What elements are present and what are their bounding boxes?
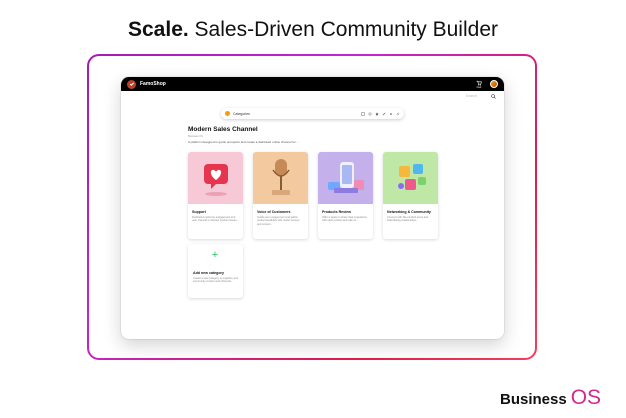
section-description: A platform designed to guide prospects a… xyxy=(188,140,300,144)
heart-notification-icon xyxy=(203,164,228,196)
headline: Scale. Sales-Driven Community Builder xyxy=(0,18,626,42)
search-icon[interactable] xyxy=(491,93,496,99)
app-window: FamoShop Cart Search Categories Modern S… xyxy=(121,77,504,339)
category-bar[interactable]: Categories xyxy=(221,108,404,119)
microphone-icon xyxy=(271,159,290,195)
logo-os: OS xyxy=(570,386,602,409)
plus-icon[interactable]: + xyxy=(210,250,220,261)
category-card-products-review[interactable]: Products Review Offer a space to share t… xyxy=(318,152,373,239)
gear-icon[interactable] xyxy=(368,112,372,116)
card-title: Networking & Community xyxy=(387,210,431,214)
avatar[interactable] xyxy=(490,80,498,88)
search-input[interactable]: Search xyxy=(466,94,477,98)
card-description: Connect with like-minded users and build… xyxy=(387,216,429,223)
voice-thumbnail xyxy=(253,152,308,204)
card-title: Products Review xyxy=(322,210,351,214)
products-review-thumbnail xyxy=(318,152,373,204)
link-icon[interactable] xyxy=(396,112,400,116)
category-label: Categories xyxy=(233,111,250,116)
settings-icon[interactable] xyxy=(389,112,393,116)
star-icon[interactable] xyxy=(375,111,379,116)
business-os-logo: Business OS xyxy=(500,386,601,410)
card-description: Dedicated customer engagement and user c… xyxy=(192,216,239,223)
category-card-voice-of-customers[interactable]: Voice of Customers Guide user engagement… xyxy=(253,152,308,239)
phone-review-icon xyxy=(327,162,364,193)
image-icon[interactable] xyxy=(361,112,365,116)
add-category-description: Create a new category to organize your c… xyxy=(193,277,239,284)
network-blocks-icon xyxy=(397,164,426,190)
support-thumbnail xyxy=(188,152,243,204)
networking-thumbnail xyxy=(383,152,438,204)
section-subtitle: Business OS xyxy=(188,135,203,138)
logo-business: Business xyxy=(500,391,567,408)
section-title: Modern Sales Channel xyxy=(188,126,258,133)
card-description: Offer a space to share their experience … xyxy=(322,216,367,223)
sub-bar: Search xyxy=(121,91,504,101)
add-category-title: Add new category xyxy=(193,271,224,275)
cart-button[interactable]: Cart xyxy=(473,78,485,90)
edit-icon[interactable] xyxy=(382,112,386,116)
category-card-support[interactable]: Support Dedicated customer engagement an… xyxy=(188,152,243,239)
card-title: Voice of Customers xyxy=(257,210,291,214)
cart-label: Cart xyxy=(476,85,482,89)
brand-name[interactable]: FamoShop xyxy=(140,81,166,87)
add-category-card[interactable]: + Add new category Create a new category… xyxy=(188,244,243,298)
category-card-networking-community[interactable]: Networking & Community Connect with like… xyxy=(383,152,438,239)
headline-rest: Sales-Driven Community Builder xyxy=(188,18,498,41)
headline-bold: Scale. xyxy=(128,18,189,41)
top-bar: FamoShop Cart xyxy=(121,77,504,91)
card-description: Guide user engagement and gather product… xyxy=(257,216,300,226)
brand-logo-icon[interactable] xyxy=(127,79,136,89)
card-title: Support xyxy=(192,210,206,214)
category-icon xyxy=(225,111,230,116)
